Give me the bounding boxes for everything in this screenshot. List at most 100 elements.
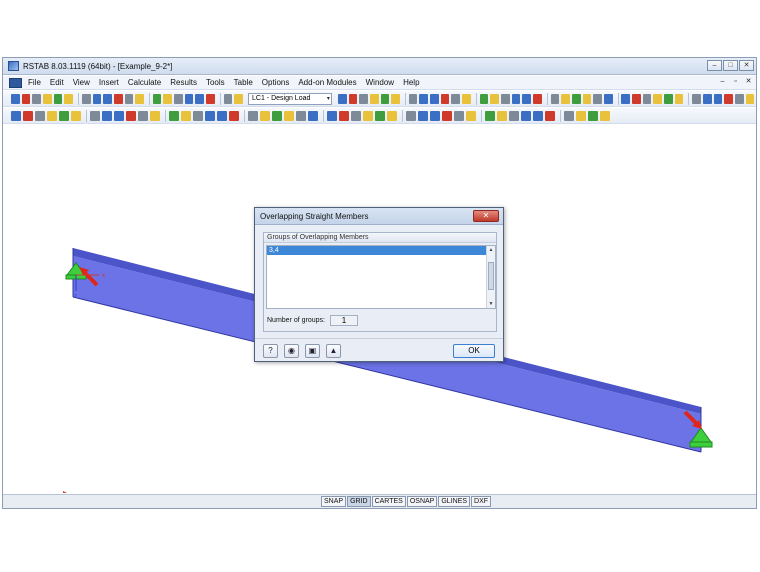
toolbar-tool-icon[interactable]	[135, 93, 144, 104]
toolbar-tool-icon[interactable]	[593, 93, 602, 104]
menu-insert[interactable]: Insert	[99, 78, 119, 87]
toolbar-tool-icon[interactable]	[600, 110, 610, 121]
toolbar-tool-icon[interactable]	[284, 110, 294, 121]
toolbar-tool-icon[interactable]	[603, 93, 613, 104]
cartes-toggle[interactable]: CARTES	[371, 496, 406, 507]
toolbar-tool-icon[interactable]	[440, 93, 450, 104]
toolbar-tool-icon[interactable]	[229, 110, 239, 121]
toolbar-tool-icon[interactable]	[217, 110, 227, 121]
toolbar-tool-icon[interactable]	[169, 110, 179, 121]
help-button[interactable]: ?	[263, 344, 278, 358]
toolbar-tool-icon[interactable]	[571, 93, 581, 104]
menu-options[interactable]: Options	[262, 78, 290, 87]
toolbar-tool-icon[interactable]	[380, 93, 390, 104]
grid-toggle[interactable]: GRID	[347, 496, 371, 507]
toolbar-tool-icon[interactable]	[375, 110, 385, 121]
scroll-down-icon[interactable]: ▼	[487, 300, 495, 308]
toolbar-tool-icon[interactable]	[418, 110, 428, 121]
toolbar-tool-icon[interactable]	[11, 93, 20, 104]
toolbar-tool-icon[interactable]	[64, 93, 74, 104]
toolbar-tool-icon[interactable]	[642, 93, 652, 104]
toolbar-tool-icon[interactable]	[21, 93, 31, 104]
toolbar-tool-icon[interactable]	[485, 110, 495, 121]
toolbar-tool-icon[interactable]	[53, 93, 63, 104]
toolbar-tool-icon[interactable]	[234, 93, 244, 104]
toolbar-tool-icon[interactable]	[564, 110, 574, 121]
menu-results[interactable]: Results	[170, 78, 197, 87]
toolbar-tool-icon[interactable]	[713, 93, 723, 104]
glines-toggle[interactable]: GLINES	[438, 496, 471, 507]
toolbar-tool-icon[interactable]	[664, 93, 673, 104]
doc-close-button[interactable]: ✕	[744, 77, 753, 86]
dialog-close-button[interactable]: ✕	[473, 210, 499, 222]
toolbar-tool-icon[interactable]	[47, 110, 57, 121]
toolbar-tool-icon[interactable]	[511, 93, 521, 104]
toolbar-tool-icon[interactable]	[359, 93, 368, 104]
toolbar-tool-icon[interactable]	[561, 93, 570, 104]
toolbar-tool-icon[interactable]	[745, 93, 755, 104]
toolbar-tool-icon[interactable]	[163, 93, 173, 104]
toolbar-tool-icon[interactable]	[522, 93, 531, 104]
toolbar-tool-icon[interactable]	[32, 93, 42, 104]
toolbar-tool-icon[interactable]	[260, 110, 270, 121]
menu-table[interactable]: Table	[234, 78, 253, 87]
toolbar-tool-icon[interactable]	[430, 110, 440, 121]
toolbar-tool-icon[interactable]	[150, 110, 160, 121]
toolbar-tool-icon[interactable]	[90, 110, 100, 121]
minimize-button[interactable]: –	[707, 60, 722, 71]
toolbar-tool-icon[interactable]	[152, 93, 162, 104]
toolbar-tool-icon[interactable]	[632, 93, 641, 104]
toolbar-tool-icon[interactable]	[308, 110, 318, 121]
toolbar-tool-icon[interactable]	[408, 93, 418, 104]
toolbar-tool-icon[interactable]	[454, 110, 464, 121]
toolbar-tool-icon[interactable]	[43, 93, 52, 104]
menu-tools[interactable]: Tools	[206, 78, 225, 87]
toolbar-tool-icon[interactable]	[59, 110, 69, 121]
toolbar-tool-icon[interactable]	[692, 93, 701, 104]
toolbar-tool-icon[interactable]	[674, 93, 684, 104]
toolbar-tool-icon[interactable]	[387, 110, 397, 121]
toolbar-tool-icon[interactable]	[735, 93, 744, 104]
toolbar-tool-icon[interactable]	[576, 110, 586, 121]
menu-window[interactable]: Window	[366, 78, 394, 87]
toolbar-tool-icon[interactable]	[23, 110, 33, 121]
ok-button[interactable]: OK	[453, 344, 495, 358]
toolbar-tool-icon[interactable]	[466, 110, 476, 121]
toolbar-tool-icon[interactable]	[92, 93, 102, 104]
toolbar-tool-icon[interactable]	[497, 110, 507, 121]
toolbar-tool-icon[interactable]	[296, 110, 306, 121]
toolbar-tool-icon[interactable]	[205, 110, 215, 121]
toolbar-tool-icon[interactable]	[621, 93, 631, 104]
toolbar-tool-icon[interactable]	[223, 93, 233, 104]
dxf-toggle[interactable]: DXF	[471, 496, 492, 507]
toolbar-tool-icon[interactable]	[124, 93, 134, 104]
osnap-toggle[interactable]: OSNAP	[406, 496, 438, 507]
toolbar-tool-icon[interactable]	[442, 110, 452, 121]
toolbar-tool-icon[interactable]	[337, 93, 347, 104]
toolbar-tool-icon[interactable]	[103, 93, 112, 104]
toolbar-tool-icon[interactable]	[533, 110, 543, 121]
toolbar-tool-icon[interactable]	[339, 110, 349, 121]
toolbar-tool-icon[interactable]	[193, 110, 203, 121]
toolbar-tool-icon[interactable]	[550, 93, 560, 104]
toolbar-tool-icon[interactable]	[462, 93, 471, 104]
toolbar-tool-icon[interactable]	[35, 110, 45, 121]
menu-edit[interactable]: Edit	[50, 78, 64, 87]
toolbar-tool-icon[interactable]	[272, 110, 282, 121]
list-item[interactable]: 3,4	[267, 246, 495, 255]
menu-calculate[interactable]: Calculate	[128, 78, 161, 87]
toolbar-tool-icon[interactable]	[126, 110, 136, 121]
groups-list[interactable]: 3,4 ▲ ▼	[266, 245, 496, 309]
view-button[interactable]: ◉	[284, 344, 299, 358]
toolbar-tool-icon[interactable]	[369, 93, 379, 104]
export-button[interactable]: ▲	[326, 344, 341, 358]
toolbar-tool-icon[interactable]	[430, 93, 439, 104]
snap-toggle[interactable]: SNAP	[321, 496, 347, 507]
toolbar-tool-icon[interactable]	[588, 110, 598, 121]
toolbar-tool-icon[interactable]	[500, 93, 510, 104]
toolbar-tool-icon[interactable]	[348, 93, 358, 104]
toolbar-tool-icon[interactable]	[490, 93, 499, 104]
close-button[interactable]: ✕	[739, 60, 754, 71]
menu-add-on-modules[interactable]: Add-on Modules	[298, 78, 356, 87]
list-scrollbar[interactable]: ▲ ▼	[486, 246, 495, 308]
